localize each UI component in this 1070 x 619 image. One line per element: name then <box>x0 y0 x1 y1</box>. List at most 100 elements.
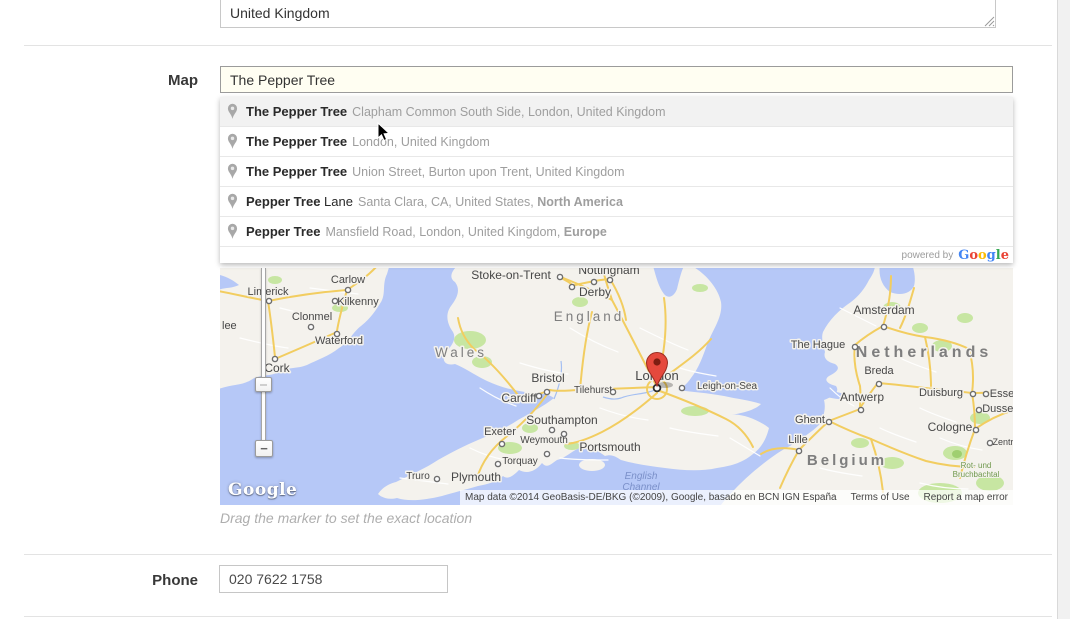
suggestion-name: The Pepper Tree <box>246 164 347 179</box>
suggestion-name: Pepper Tree Lane <box>246 194 353 209</box>
map-label-city: Limerick <box>248 286 289 298</box>
attribution-text: Map data ©2014 GeoBasis-DE/BKG (©2009), … <box>465 492 837 503</box>
map-city-dot <box>345 287 350 292</box>
map-label-city: Torquay <box>502 456 538 467</box>
google-logo: Google <box>958 249 1009 262</box>
map-label-city: Southampton <box>526 413 597 427</box>
map-city-dot <box>495 461 500 466</box>
map-label-city: Stoke-on-Trent <box>471 268 551 282</box>
map-city-dot <box>266 298 271 303</box>
autocomplete-suggestion[interactable]: The Pepper Tree London, United Kingdom <box>220 127 1013 157</box>
google-watermark: Google <box>228 480 297 500</box>
map-label-city: Dussel <box>982 403 1013 415</box>
map-city-dot <box>610 389 615 394</box>
page: { "form": { "address": { "value": "Unite… <box>0 0 1070 619</box>
autocomplete-suggestion[interactable]: Pepper Tree Lane Santa Clara, CA, United … <box>220 187 1013 217</box>
pin-icon <box>227 133 238 150</box>
report-map-error-link[interactable]: Report a map error <box>924 492 1008 503</box>
suggestion-name: The Pepper Tree <box>246 104 347 119</box>
zoom-slider-track[interactable] <box>261 268 266 444</box>
map-label-country: Netherlands <box>856 344 992 361</box>
map-city-dot <box>976 407 981 412</box>
map-label-country: Wales <box>435 345 487 360</box>
pin-icon <box>227 193 238 210</box>
map-city-dot <box>983 391 988 396</box>
map-label-city: Duisburg <box>919 387 963 399</box>
divider <box>24 45 1052 46</box>
pin-icon <box>227 103 238 120</box>
map-label-city: Esse <box>990 388 1013 400</box>
phone-input[interactable]: 020 7622 1758 <box>219 565 448 593</box>
map-label-city: Exeter <box>484 426 516 438</box>
map-city-dot <box>852 344 857 349</box>
suggestion-address: Santa Clara, CA, United States, North Am… <box>358 195 623 209</box>
map-label-city: Zentr <box>992 437 1013 447</box>
suggestion-address: Union Street, Burton upon Trent, United … <box>352 165 624 179</box>
map-label-city: Breda <box>864 365 894 377</box>
map-city-dot <box>544 451 549 456</box>
autocomplete-suggestion[interactable]: Pepper Tree Mansfield Road, London, Unite… <box>220 217 1013 247</box>
map-label-city: Cardiff <box>501 391 537 405</box>
suggestion-address: Clapham Common South Side, London, Unite… <box>352 105 665 119</box>
autocomplete-dropdown: The Pepper Tree Clapham Common South Side… <box>220 97 1013 263</box>
page-scrollbar[interactable] <box>1057 0 1070 619</box>
map-attribution: Map data ©2014 GeoBasis-DE/BKG (©2009), … <box>460 490 1013 505</box>
map-city-dot <box>607 277 612 282</box>
phone-field-label: Phone <box>0 572 198 589</box>
map-label-water: English <box>625 471 658 482</box>
map-label-city: Bristol <box>531 371 564 385</box>
autocomplete-suggestion[interactable]: The Pepper Tree Union Street, Burton upon… <box>220 157 1013 187</box>
suggestion-name: The Pepper Tree <box>246 134 347 149</box>
address-textarea[interactable]: United Kingdom <box>220 0 996 28</box>
map-label-city: Cologne <box>928 420 973 434</box>
map-label-city: Cork <box>264 361 290 375</box>
suggestion-name: Pepper Tree <box>246 224 320 239</box>
map-city-dot <box>826 419 831 424</box>
terms-of-use-link[interactable]: Terms of Use <box>851 492 910 503</box>
map-canvas[interactable]: leeLimerickCarlowKilkennyClonmelWaterfor… <box>220 268 1013 505</box>
map-label-city: Amsterdam <box>853 303 914 317</box>
map-label-city: Plymouth <box>451 470 501 484</box>
map-search-input[interactable]: The Pepper Tree <box>220 66 1013 93</box>
divider <box>24 554 1052 555</box>
map-city-dot <box>858 407 863 412</box>
autocomplete-suggestion[interactable]: The Pepper Tree Clapham Common South Side… <box>220 97 1013 127</box>
map-city-dot <box>561 431 566 436</box>
map-city-dot <box>272 356 277 361</box>
map-label-city: Kilkenny <box>337 296 379 308</box>
map-help-text: Drag the marker to set the exact locatio… <box>220 510 472 526</box>
map-label-city: Leigh-on-Sea <box>697 381 757 392</box>
map-city-dot <box>796 448 801 453</box>
suggestion-address: Mansfield Road, London, United Kingdom, … <box>325 225 606 239</box>
map-label-city: Portsmouth <box>579 440 640 454</box>
pin-icon <box>227 163 238 180</box>
map-city-dot <box>536 393 541 398</box>
map-label-city: Tilehurst <box>574 385 612 396</box>
zoom-out-button[interactable]: − <box>255 440 273 457</box>
map-label-city: Derby <box>579 285 611 299</box>
map-city-dot <box>591 279 596 284</box>
map-field-label: Map <box>0 72 198 89</box>
map-city-dot <box>334 331 339 336</box>
zoom-slider-thumb[interactable] <box>255 377 272 392</box>
map-city-dot <box>557 274 562 279</box>
map-label-city: Waterford <box>315 335 363 347</box>
map-city-dot <box>332 298 337 303</box>
map-city-dot <box>876 381 881 386</box>
resize-handle-icon[interactable] <box>984 16 995 27</box>
map-city-dot <box>970 391 975 396</box>
divider <box>24 616 1052 617</box>
suggestion-address: London, United Kingdom <box>352 135 490 149</box>
map-label-city: Weymouth <box>520 435 568 446</box>
map-city-dot <box>499 441 504 446</box>
map-city-dot <box>549 427 554 432</box>
pin-icon <box>227 223 238 240</box>
map-label-city: Clonmel <box>292 311 332 323</box>
map-label-city: The Hague <box>791 339 845 351</box>
map-label-country: Belgium <box>807 452 887 469</box>
map-label-city: Antwerp <box>840 390 884 404</box>
map-label-city: Lille <box>788 434 808 446</box>
map-city-dot <box>881 324 886 329</box>
map-city-dot <box>973 427 978 432</box>
map-city-dot <box>544 389 549 394</box>
